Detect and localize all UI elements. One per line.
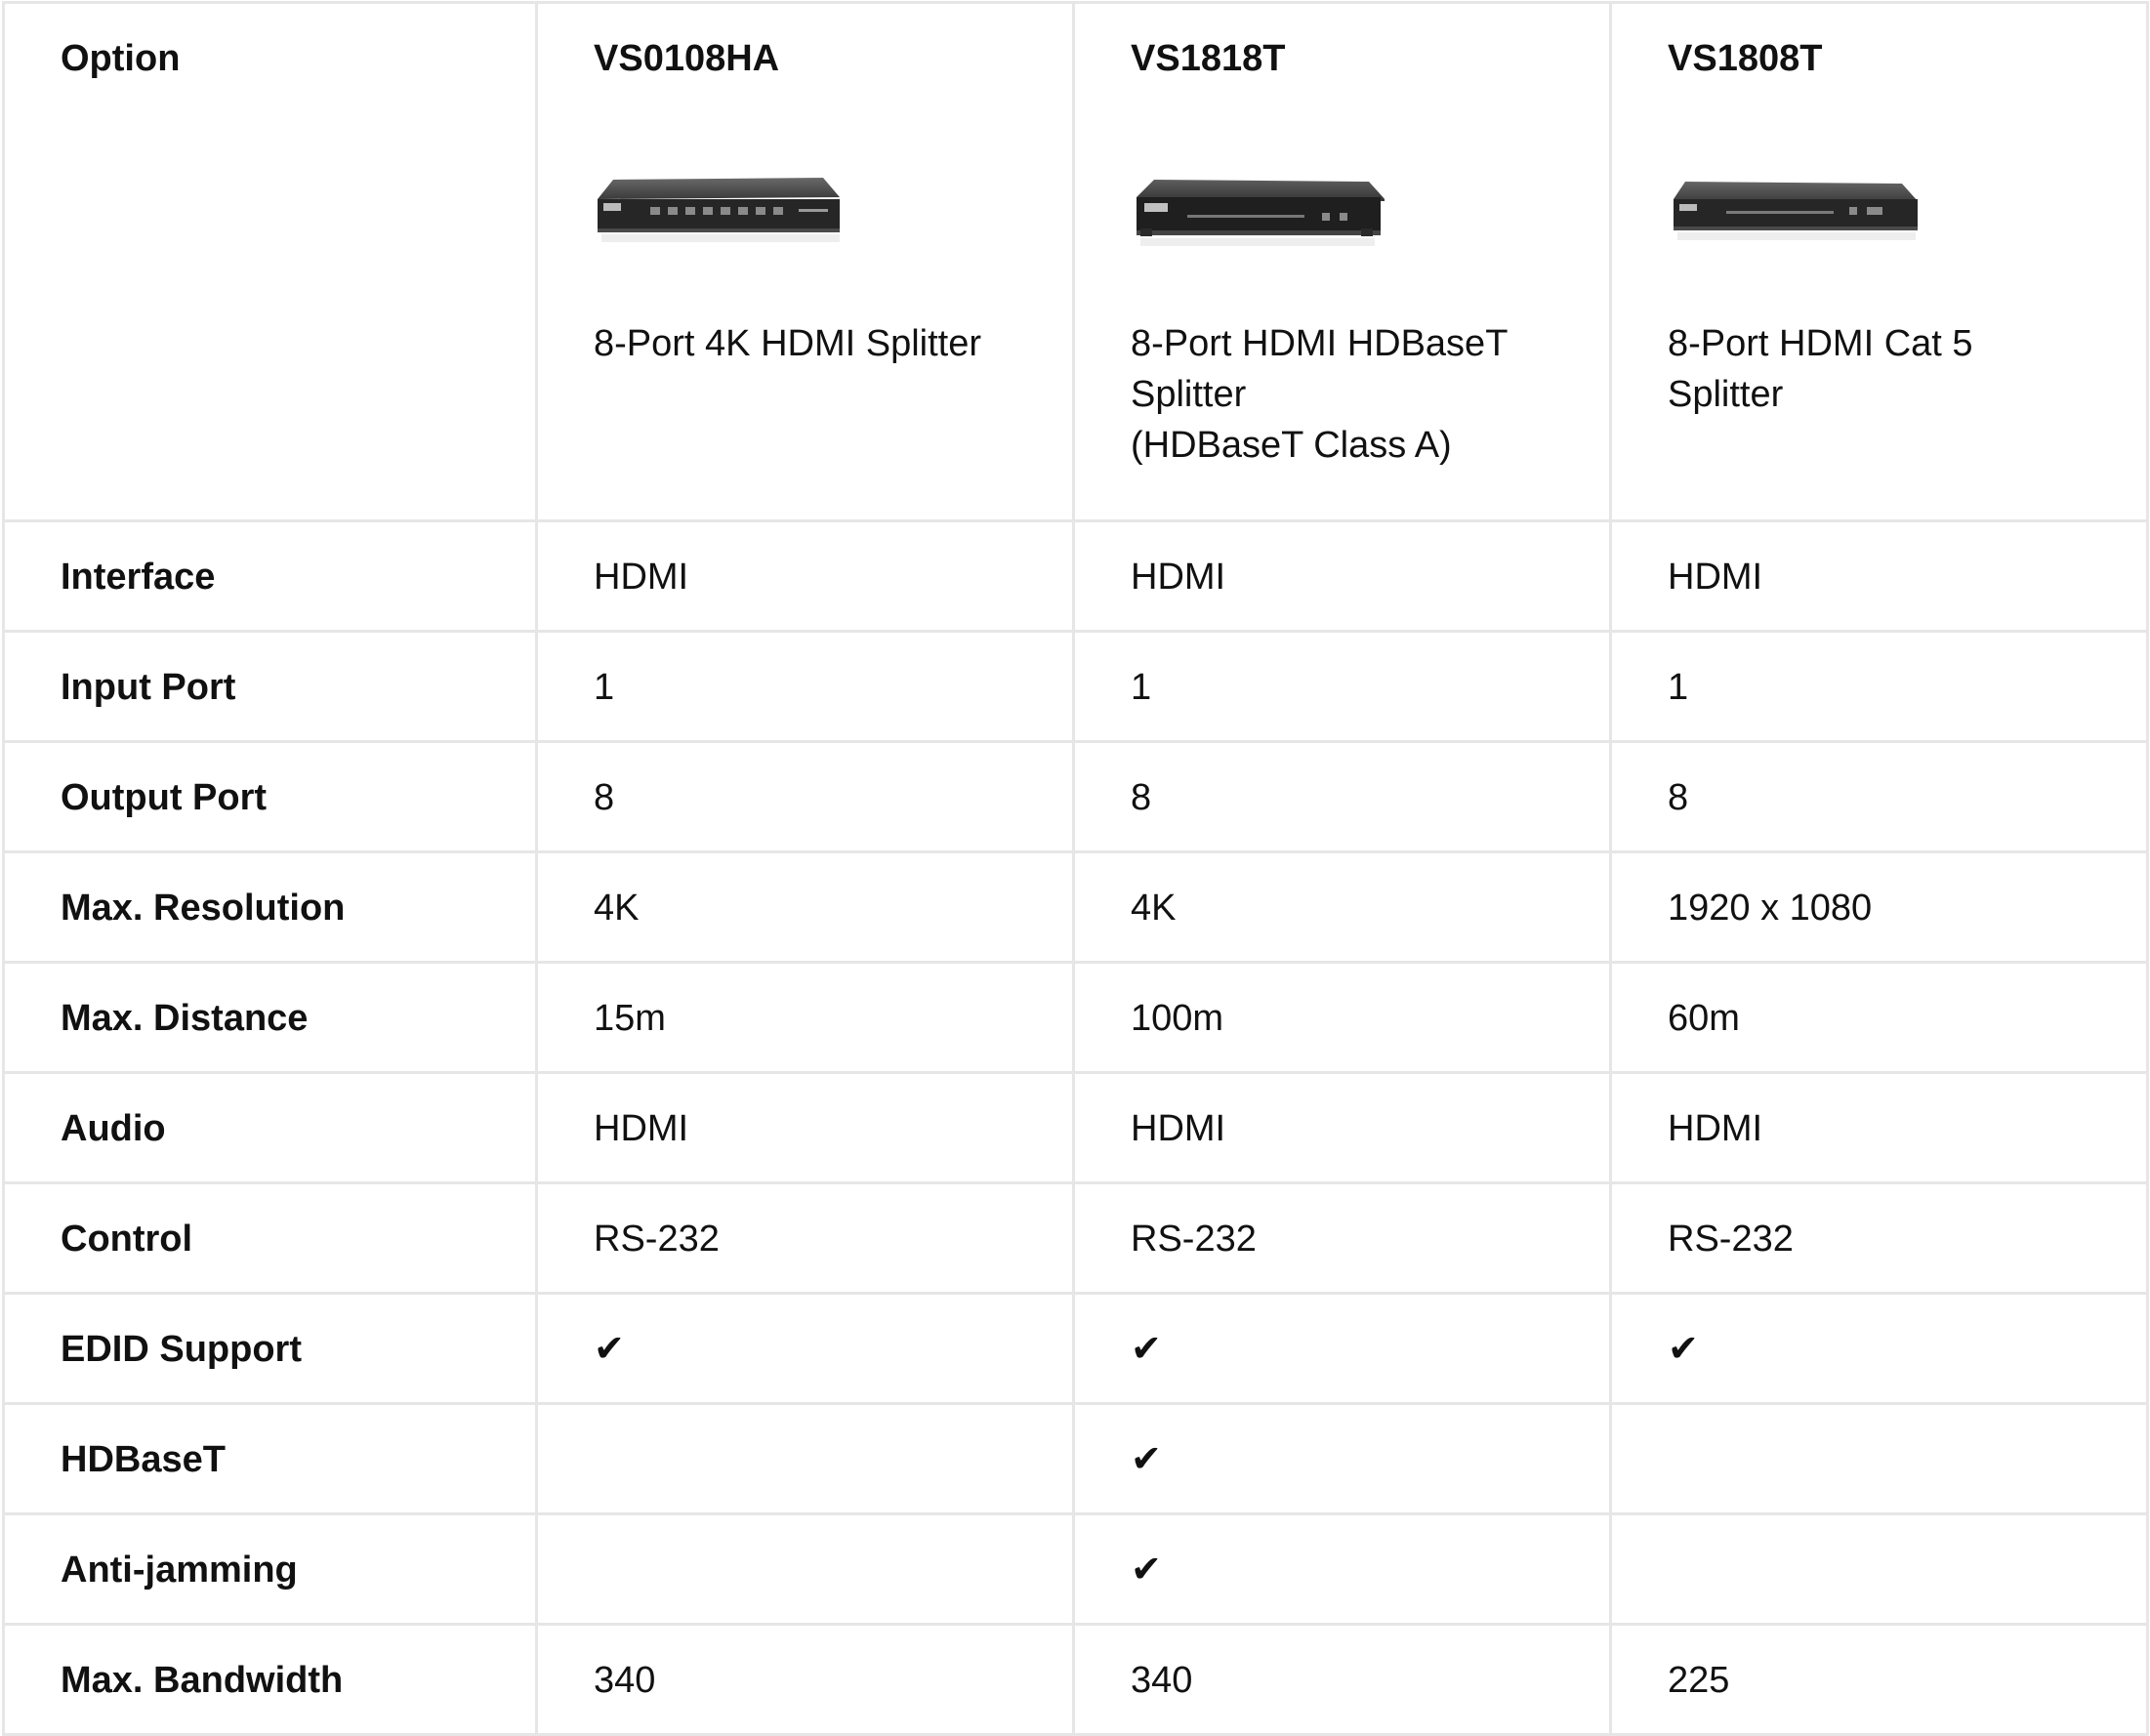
table-cell xyxy=(1609,1402,2149,1515)
table-cell: 1 xyxy=(1072,630,1612,743)
check-mark-icon: ✔ xyxy=(1072,1292,1612,1405)
product-comparison-table: Option VS0108HA 8-Port 4K HDMI Splitter … xyxy=(2,1,2149,1736)
table-cell: 100m xyxy=(1072,961,1612,1074)
table-cell: 4K xyxy=(535,850,1075,964)
product-model: VS1808T xyxy=(1668,38,1823,79)
header-row: Option VS0108HA 8-Port 4K HDMI Splitter … xyxy=(2,1,2149,522)
row-label: Max. Resolution xyxy=(2,850,538,964)
product-description: 8-Port 4K HDMI Splitter xyxy=(594,323,981,364)
product-description: 8-Port HDMI HDBaseT Splitter (HDBaseT Cl… xyxy=(1131,323,1509,466)
table-cell: RS-232 xyxy=(535,1181,1075,1295)
row-label: Input Port xyxy=(2,630,538,743)
product-description: 8-Port HDMI Cat 5 Splitter xyxy=(1668,323,1973,415)
product-header-cell: VS0108HA 8-Port 4K HDMI Splitter xyxy=(535,1,1075,522)
table-cell: 8 xyxy=(535,740,1075,853)
table-cell: 340 xyxy=(535,1623,1075,1736)
row-label: Control xyxy=(2,1181,538,1295)
hdmi-splitter-device-icon xyxy=(598,178,840,242)
row-label: Audio xyxy=(2,1071,538,1184)
table-cell: HDMI xyxy=(1609,519,2149,633)
spec-row-control: Control RS-232 RS-232 RS-232 xyxy=(2,1181,2149,1295)
product-model: VS0108HA xyxy=(594,38,780,79)
spec-row-interface: Interface HDMI HDMI HDMI xyxy=(2,519,2149,633)
row-label: Max. Distance xyxy=(2,961,538,1074)
table-cell: HDMI xyxy=(535,519,1075,633)
table-cell: 8 xyxy=(1609,740,2149,853)
table-cell: HDMI xyxy=(1072,1071,1612,1184)
spec-row-hdbaset: HDBaseT ✔ xyxy=(2,1402,2149,1515)
row-label: Interface xyxy=(2,519,538,633)
table-cell: 15m xyxy=(535,961,1075,1074)
hdbaset-splitter-device-icon xyxy=(1137,180,1385,246)
spec-row-max-bandwidth: Max. Bandwidth 340 340 225 xyxy=(2,1623,2149,1736)
table-cell xyxy=(1609,1512,2149,1626)
product-model: VS1818T xyxy=(1131,38,1286,79)
table-cell: 1 xyxy=(1609,630,2149,743)
spec-row-max-distance: Max. Distance 15m 100m 60m xyxy=(2,961,2149,1074)
spec-row-max-resolution: Max. Resolution 4K 4K 1920 x 1080 xyxy=(2,850,2149,964)
table-cell: HDMI xyxy=(535,1071,1075,1184)
check-mark-icon: ✔ xyxy=(1609,1292,2149,1405)
table-cell: 8 xyxy=(1072,740,1612,853)
row-label: HDBaseT xyxy=(2,1402,538,1515)
row-label: Output Port xyxy=(2,740,538,853)
table-cell: HDMI xyxy=(1609,1071,2149,1184)
option-header-cell: Option xyxy=(2,1,538,522)
table-cell: 340 xyxy=(1072,1623,1612,1736)
check-mark-icon: ✔ xyxy=(1072,1402,1612,1515)
table-cell: RS-232 xyxy=(1609,1181,2149,1295)
table-cell xyxy=(535,1512,1075,1626)
row-label: Anti-jamming xyxy=(2,1512,538,1626)
spec-row-edid-support: EDID Support ✔ ✔ ✔ xyxy=(2,1292,2149,1405)
product-header-cell: VS1808T 8-Port HDMI Cat 5 Splitter xyxy=(1609,1,2149,522)
check-mark-icon: ✔ xyxy=(535,1292,1075,1405)
table-cell: 4K xyxy=(1072,850,1612,964)
table-cell: HDMI xyxy=(1072,519,1612,633)
row-label: EDID Support xyxy=(2,1292,538,1405)
comparison-sheet: Option VS0108HA 8-Port 4K HDMI Splitter … xyxy=(0,0,2150,1736)
table-cell: 60m xyxy=(1609,961,2149,1074)
table-cell: 1 xyxy=(535,630,1075,743)
table-cell: 225 xyxy=(1609,1623,2149,1736)
spec-row-audio: Audio HDMI HDMI HDMI xyxy=(2,1071,2149,1184)
check-mark-icon: ✔ xyxy=(1072,1512,1612,1626)
spec-row-output-port: Output Port 8 8 8 xyxy=(2,740,2149,853)
row-label: Max. Bandwidth xyxy=(2,1623,538,1736)
table-cell: RS-232 xyxy=(1072,1181,1612,1295)
option-header-label: Option xyxy=(61,38,181,79)
spec-row-input-port: Input Port 1 1 1 xyxy=(2,630,2149,743)
table-cell: 1920 x 1080 xyxy=(1609,850,2149,964)
table-cell xyxy=(535,1402,1075,1515)
product-header-cell: VS1818T 8-Port HDMI HDBaseT Splitter (HD… xyxy=(1072,1,1612,522)
cat5-splitter-device-icon xyxy=(1674,182,1918,240)
spec-row-anti-jamming: Anti-jamming ✔ xyxy=(2,1512,2149,1626)
